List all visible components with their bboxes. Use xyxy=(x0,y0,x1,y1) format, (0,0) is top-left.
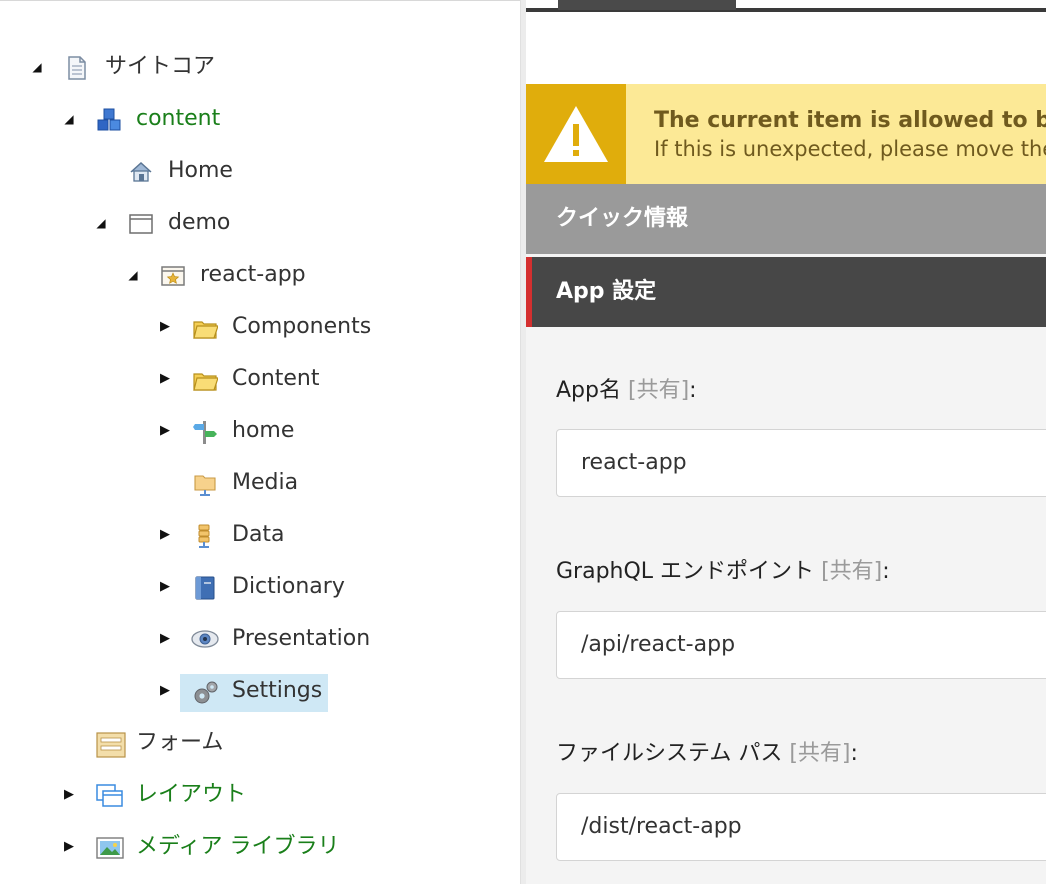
tree-node-settings[interactable]: ▶ Settings xyxy=(0,671,340,711)
star-window-icon xyxy=(160,263,186,289)
tree-node-label: サイトコア xyxy=(105,54,216,79)
collapse-arrow-icon[interactable]: ▶ xyxy=(158,629,172,649)
collapse-arrow-icon[interactable]: ▶ xyxy=(158,525,172,545)
active-editor-tab[interactable] xyxy=(558,0,736,10)
field-label-text: GraphQL エンドポイント xyxy=(556,559,815,584)
app-name-input[interactable]: react-app xyxy=(556,429,1046,497)
item-editor: The current item is allowed to be If thi… xyxy=(526,0,1046,884)
folder-icon xyxy=(192,367,219,393)
layout-icon xyxy=(96,783,123,809)
field-label-colon: : xyxy=(882,559,890,584)
field-label-text: ファイルシステム パス xyxy=(556,741,783,766)
warning-title: The current item is allowed to be xyxy=(654,108,1046,133)
gears-icon xyxy=(192,679,218,705)
tree-node-label: Settings xyxy=(232,678,323,703)
collapse-arrow-icon[interactable]: ▶ xyxy=(62,785,76,805)
tree-node-label: Home xyxy=(168,158,233,183)
field-label-text: App名 xyxy=(556,378,621,403)
warning-message: If this is unexpected, please move the xyxy=(654,137,1046,161)
form-icon xyxy=(96,731,126,758)
tree-node-label: Dictionary xyxy=(232,574,345,599)
collapse-arrow-icon[interactable]: ▶ xyxy=(158,421,172,441)
tree-node-label: Components xyxy=(232,314,372,339)
tree-node-media[interactable]: Media xyxy=(0,463,320,503)
field-label-filesystem-path: ファイルシステム パス [共有]: xyxy=(556,735,858,767)
window-icon xyxy=(128,211,154,237)
expand-arrow-icon[interactable]: ◢ xyxy=(62,109,76,129)
section-quick-info[interactable]: クイック情報 xyxy=(526,184,1046,254)
collapse-arrow-icon[interactable]: ▶ xyxy=(158,369,172,389)
collapse-arrow-icon[interactable]: ▶ xyxy=(158,577,172,597)
tree-node-components[interactable]: ▶ Components xyxy=(0,307,380,347)
eye-icon xyxy=(190,627,219,653)
tree-node-label: react-app xyxy=(200,262,306,287)
data-icon xyxy=(192,523,218,549)
filesystem-path-input[interactable]: /dist/react-app xyxy=(556,793,1046,861)
tree-node-data[interactable]: ▶ Data xyxy=(0,515,320,555)
image-icon xyxy=(96,835,124,861)
content-tree: ◢ サイトコア ◢ content Home ◢ demo ◢ react-ap… xyxy=(0,0,520,884)
tree-node-label: demo xyxy=(168,210,231,235)
field-label-colon: : xyxy=(689,378,697,403)
expand-arrow-icon[interactable]: ◢ xyxy=(126,265,140,285)
page-icon xyxy=(64,55,90,81)
field-label-colon: : xyxy=(850,741,858,766)
tree-node-label: Presentation xyxy=(232,626,371,651)
tree-node-label: フォーム xyxy=(136,730,224,755)
tree-node-sitecore[interactable]: ◢ サイトコア xyxy=(0,47,240,87)
tree-node-content-folder[interactable]: ▶ Content xyxy=(0,359,340,399)
collapse-arrow-icon[interactable]: ▶ xyxy=(62,837,76,857)
signpost-icon xyxy=(192,419,218,445)
shared-tag: [共有] xyxy=(789,741,851,766)
folder-icon xyxy=(192,315,219,341)
media-folder-icon xyxy=(192,471,218,497)
expand-arrow-icon[interactable]: ◢ xyxy=(94,213,108,233)
tree-node-forms[interactable]: フォーム xyxy=(0,723,260,763)
tree-node-media-library[interactable]: ▶ メディア ライブラリ xyxy=(0,827,380,867)
field-label-graphql: GraphQL エンドポイント [共有]: xyxy=(556,553,890,585)
tree-node-label: レイアウト xyxy=(136,782,247,807)
collapse-arrow-icon[interactable]: ▶ xyxy=(158,317,172,337)
collapse-arrow-icon[interactable]: ▶ xyxy=(158,681,172,701)
tree-node-home-route[interactable]: ▶ home xyxy=(0,411,320,451)
tree-node-dictionary[interactable]: ▶ Dictionary xyxy=(0,567,360,607)
expand-arrow-icon[interactable]: ◢ xyxy=(30,57,44,77)
shared-tag: [共有] xyxy=(821,559,883,584)
tree-node-content[interactable]: ◢ content xyxy=(0,99,240,139)
tree-node-home[interactable]: Home xyxy=(0,151,260,191)
warning-icon xyxy=(526,84,626,184)
content-cubes-icon xyxy=(96,107,122,133)
warning-banner: The current item is allowed to be If thi… xyxy=(526,84,1046,184)
field-label-app-name: App名 [共有]: xyxy=(556,372,697,404)
tree-node-label: Content xyxy=(232,366,320,391)
shared-tag: [共有] xyxy=(627,378,690,403)
section-app-settings[interactable]: App 設定 xyxy=(526,257,1046,327)
tree-node-label: Media xyxy=(232,470,299,495)
tree-node-label: メディア ライブラリ xyxy=(136,834,340,859)
book-icon xyxy=(192,575,218,601)
tree-node-demo[interactable]: ◢ demo xyxy=(0,203,260,243)
tree-node-presentation[interactable]: ▶ Presentation xyxy=(0,619,380,659)
home-icon xyxy=(128,159,154,185)
tree-node-label: content xyxy=(136,106,221,131)
tree-node-label: Data xyxy=(232,522,285,547)
tree-node-label: home xyxy=(232,418,295,443)
tree-node-react-app[interactable]: ◢ react-app xyxy=(0,255,305,295)
editor-tab-strip xyxy=(526,0,1046,84)
tree-node-layout[interactable]: ▶ レイアウト xyxy=(0,775,280,815)
graphql-endpoint-input[interactable]: /api/react-app xyxy=(556,611,1046,679)
